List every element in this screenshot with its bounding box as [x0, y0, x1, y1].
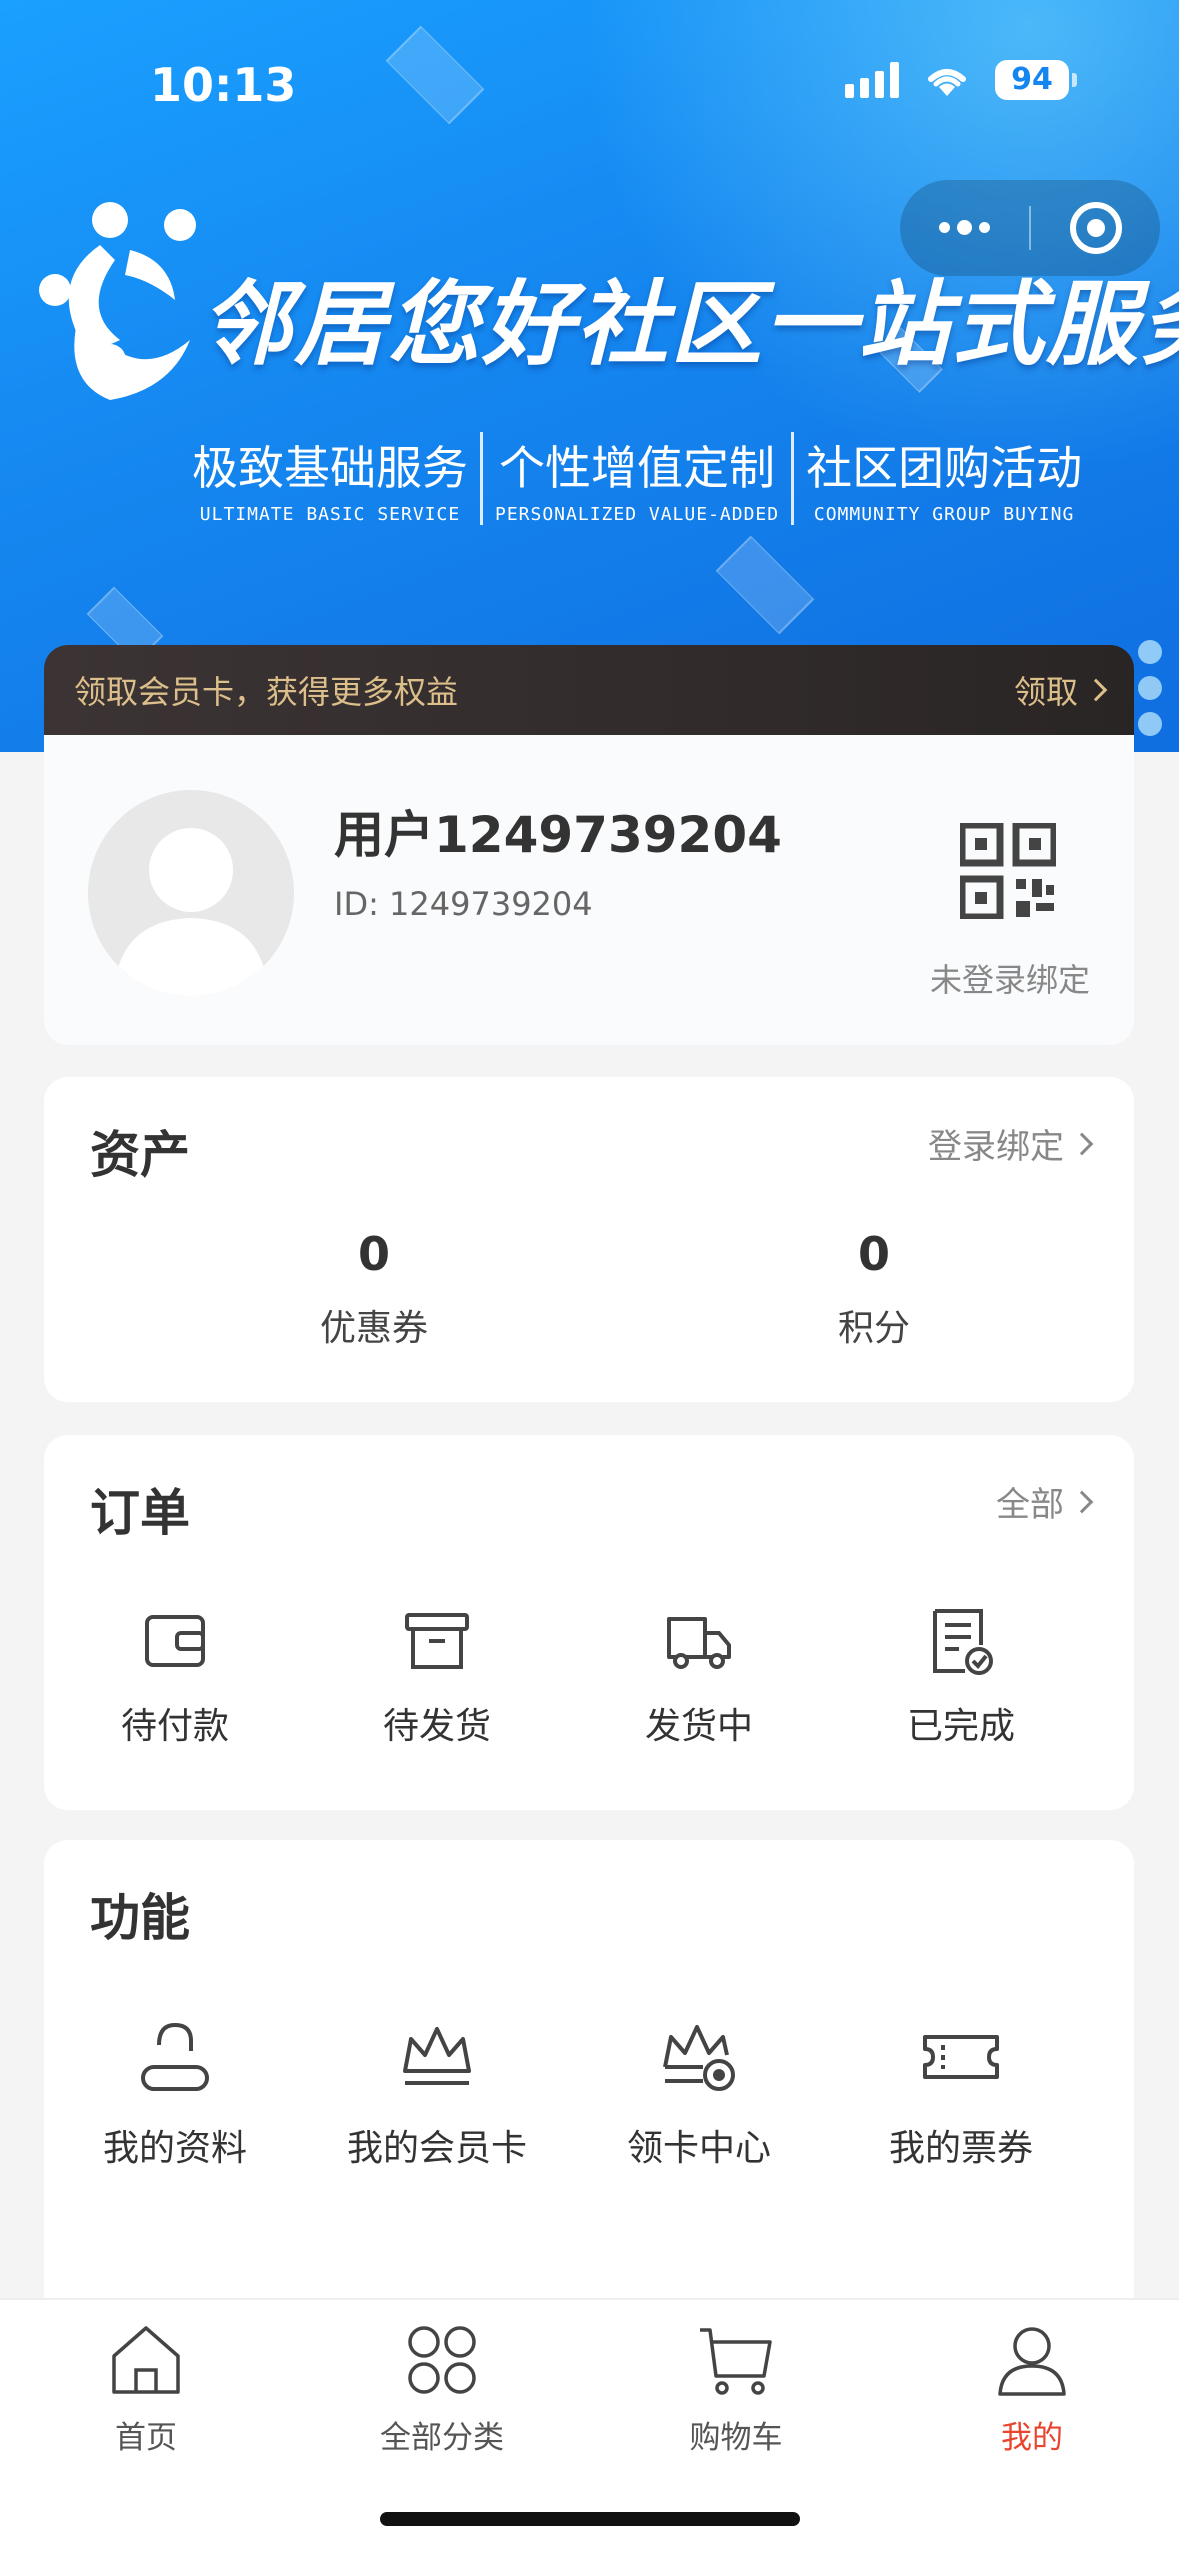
order-pending-shipment[interactable]: 待发货 — [306, 1605, 568, 1749]
sub-slogan: 社区团购活动 COMMUNITY GROUP BUYING — [791, 432, 1094, 525]
banner-slogan: 邻居您好社区一站式服务 — [200, 271, 1179, 378]
profile-card: 用户1249739204 ID: 1249739204 未登录绑定 — [44, 735, 1134, 1045]
coupon-count: 0 — [357, 1227, 390, 1281]
banner-sub-slogans: 极致基础服务 ULTIMATE BASIC SERVICE 个性增值定制 PER… — [180, 432, 1094, 525]
box-icon — [405, 1613, 469, 1669]
order-status-label: 发货中 — [644, 1706, 753, 1747]
points-count: 0 — [857, 1227, 890, 1281]
chevron-right-icon — [1070, 1132, 1094, 1155]
assets-card: 资产 登录绑定 0 优惠券 0 积分 — [44, 1077, 1134, 1402]
cart-icon — [700, 2328, 772, 2395]
claim-label: 领取 — [1013, 673, 1078, 711]
sub-slogan-zh: 极致基础服务 — [192, 441, 468, 495]
order-status-label: 待发货 — [382, 1706, 491, 1747]
tab-cart[interactable]: 购物车 — [616, 2320, 856, 2457]
points-asset[interactable]: 0 积分 — [724, 1227, 1024, 1351]
all-orders-label: 全部 — [996, 1485, 1064, 1525]
chevron-right-icon — [1070, 1490, 1094, 1513]
orders-card: 订单 全部 待付款 待发货 发货中 已完成 — [44, 1435, 1134, 1810]
avatar-placeholder-icon — [113, 828, 269, 996]
tab-mine[interactable]: 我的 — [912, 2320, 1152, 2457]
target-icon — [1069, 202, 1122, 254]
order-shipping[interactable]: 发货中 — [568, 1605, 830, 1749]
wallet-icon — [145, 1615, 205, 1667]
sub-slogan-en: PERSONALIZED VALUE-ADDED — [495, 504, 780, 525]
function-label: 我的资料 — [102, 2128, 247, 2169]
tab-home[interactable]: 首页 — [26, 2320, 266, 2457]
orders-title: 订单 — [90, 1484, 190, 1542]
profile-icon — [141, 2022, 209, 2091]
banner-decoration — [715, 535, 815, 635]
crown-badge-icon — [663, 2025, 735, 2091]
order-status-label: 待付款 — [120, 1706, 229, 1747]
sub-slogan-en: ULTIMATE BASIC SERVICE — [199, 504, 461, 525]
function-my-profile[interactable]: 我的资料 — [44, 2015, 306, 2171]
member-bar-text: 领取会员卡，获得更多权益 — [74, 673, 459, 711]
login-bind-label: 登录绑定 — [928, 1127, 1064, 1167]
login-bind-link[interactable]: 登录绑定 — [928, 1119, 1094, 1168]
function-my-member-card[interactable]: 我的会员卡 — [306, 2015, 568, 2171]
sub-slogan: 个性增值定制 PERSONALIZED VALUE-ADDED — [480, 432, 791, 525]
crown-icon — [403, 2027, 471, 2085]
login-bind-status[interactable]: 未登录绑定 — [930, 955, 1090, 1001]
points-label: 积分 — [837, 1308, 910, 1349]
function-label: 我的票券 — [888, 2128, 1033, 2169]
functions-title: 功能 — [90, 1889, 190, 1947]
tab-label: 我的 — [1001, 2420, 1063, 2456]
status-time: 10:13 — [150, 58, 297, 112]
ticket-icon — [923, 2035, 999, 2079]
function-my-tickets[interactable]: 我的票券 — [830, 2015, 1092, 2171]
banner-decoration — [385, 25, 485, 125]
tab-all-categories[interactable]: 全部分类 — [322, 2320, 562, 2457]
truck-icon — [667, 1617, 731, 1669]
wifi-icon — [928, 69, 966, 96]
tab-label: 全部分类 — [380, 2420, 504, 2456]
order-status-grid: 待付款 待发货 发货中 已完成 — [44, 1605, 1134, 1749]
banner-side-dots — [1138, 640, 1162, 736]
claim-member-card-button[interactable]: 领取 — [1013, 667, 1108, 713]
more-dots-icon — [939, 219, 990, 235]
status-icons: 94 — [845, 60, 1077, 100]
tab-label: 首页 — [115, 2420, 177, 2456]
tab-label: 购物车 — [689, 2420, 783, 2456]
signal-icon — [845, 62, 899, 98]
function-label: 领卡中心 — [626, 2128, 771, 2169]
chevron-right-icon — [1084, 678, 1108, 702]
function-label: 我的会员卡 — [346, 2128, 527, 2169]
completed-doc-icon — [933, 1609, 993, 1675]
sub-slogan-zh: 社区团购活动 — [806, 441, 1083, 495]
qr-code-icon[interactable] — [960, 823, 1056, 919]
coupon-label: 优惠券 — [319, 1308, 428, 1349]
home-icon — [112, 2326, 180, 2394]
header-banner: 10:13 94 邻居您好社区一站式服务 极致基础服务 ULTIMATE BAS… — [0, 0, 1179, 752]
member-card-bar[interactable]: 领取会员卡，获得更多权益 领取 — [44, 645, 1134, 735]
battery-icon: 94 — [995, 60, 1077, 100]
avatar[interactable] — [88, 790, 294, 996]
user-id: ID: 1249739204 — [334, 885, 593, 923]
categories-icon — [408, 2326, 476, 2394]
function-card-center[interactable]: 领卡中心 — [568, 2015, 830, 2171]
assets-title: 资产 — [90, 1126, 190, 1184]
order-status-label: 已完成 — [906, 1706, 1015, 1747]
home-indicator[interactable] — [380, 2512, 800, 2526]
order-completed[interactable]: 已完成 — [830, 1605, 1092, 1749]
coupon-asset[interactable]: 0 优惠券 — [224, 1227, 524, 1351]
sub-slogan: 极致基础服务 ULTIMATE BASIC SERVICE — [180, 432, 480, 525]
functions-grid: 我的资料 我的会员卡 领卡中心 我的票券 — [44, 2015, 1134, 2171]
user-icon — [998, 2327, 1066, 2396]
sub-slogan-zh: 个性增值定制 — [499, 441, 776, 495]
community-logo-icon — [39, 202, 196, 400]
order-pending-payment[interactable]: 待付款 — [44, 1605, 306, 1749]
username: 用户1249739204 — [334, 806, 782, 864]
sub-slogan-en: COMMUNITY GROUP BUYING — [813, 504, 1075, 525]
all-orders-link[interactable]: 全部 — [996, 1477, 1094, 1526]
